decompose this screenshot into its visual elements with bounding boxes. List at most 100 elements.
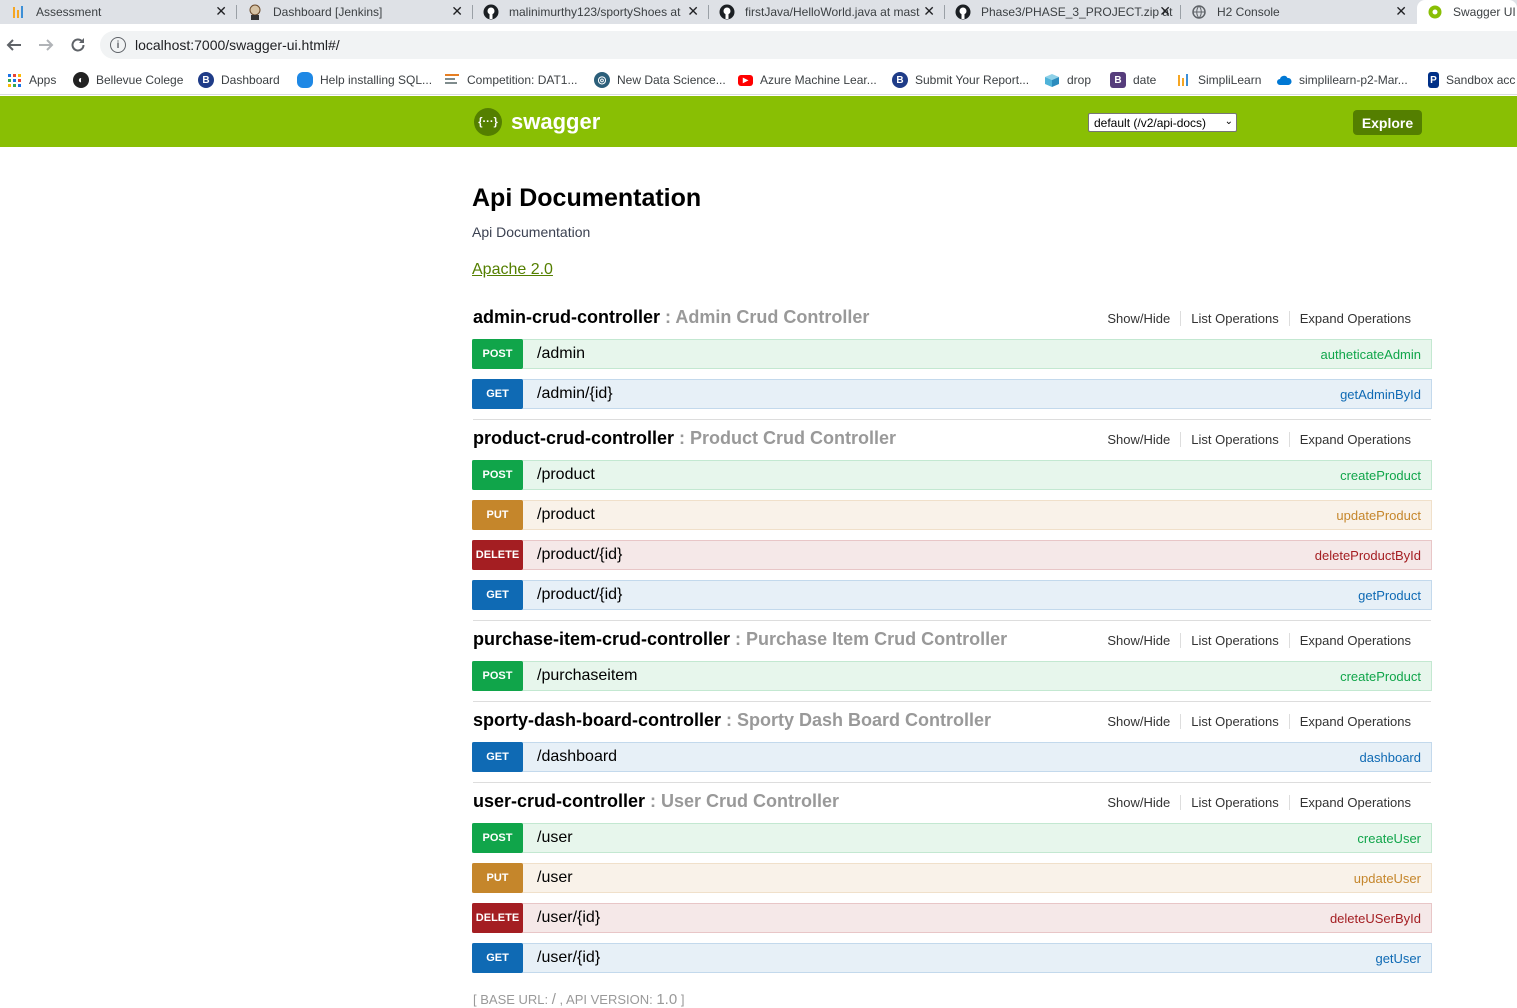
bookmark-bellevue[interactable]: ◐ Bellevue Colege [73,69,183,91]
close-icon[interactable]: ✕ [923,3,935,20]
operation-row[interactable]: DELETE /product/{id} deleteProductById [472,540,1432,570]
show-hide-link[interactable]: Show/Hide [1097,633,1180,648]
browser-tab[interactable]: Phase3/PHASE_3_PROJECT.zip at ✕ [945,0,1181,24]
expand-operations-link[interactable]: Expand Operations [1288,795,1421,810]
bookmark-label: Apps [29,73,57,87]
operation-nickname[interactable]: createUser [1357,831,1421,846]
operation-nickname[interactable]: dashboard [1360,750,1421,765]
close-icon[interactable]: ✕ [1159,3,1171,20]
bookmark-simplilearn-p2[interactable]: simplilearn-p2-Mar... [1276,69,1408,91]
operation-path[interactable]: /product [537,466,1340,484]
expand-operations-link[interactable]: Expand Operations [1288,633,1421,648]
operation-row[interactable]: POST /user createUser [472,823,1432,853]
show-hide-link[interactable]: Show/Hide [1097,432,1180,447]
method-badge: GET [472,742,523,772]
reload-icon[interactable] [66,33,90,57]
forward-arrow-icon[interactable] [34,33,58,57]
operation-nickname[interactable]: deleteProductById [1315,548,1421,563]
bookmark-date[interactable]: B date [1110,69,1156,91]
operation-row[interactable]: GET /user/{id} getUser [472,943,1432,973]
show-hide-link[interactable]: Show/Hide [1097,795,1180,810]
operation-nickname[interactable]: deleteUSerById [1330,911,1421,926]
expand-operations-link[interactable]: Expand Operations [1288,432,1421,447]
globe-icon [1191,4,1207,20]
swagger-logo[interactable]: {···} swagger [474,108,600,136]
operation-row[interactable]: PUT /product updateProduct [472,500,1432,530]
show-hide-link[interactable]: Show/Hide [1097,714,1180,729]
operation-row[interactable]: GET /dashboard dashboard [472,742,1432,772]
operation-path[interactable]: /product/{id} [537,546,1315,564]
operation-nickname[interactable]: getProduct [1358,588,1421,603]
operation-path[interactable]: /user [537,829,1357,847]
operation-nickname[interactable]: getAdminById [1340,387,1421,402]
operation-path[interactable]: /user [537,869,1354,887]
spec-select[interactable]: default (/v2/api-docs) ⌄ [1088,113,1237,132]
operation-path[interactable]: /purchaseitem [537,667,1340,685]
operation-path[interactable]: /admin/{id} [537,385,1340,403]
close-icon[interactable]: ✕ [1395,3,1407,20]
simplilearn-icon [10,4,26,20]
operation-row[interactable]: GET /product/{id} getProduct [472,580,1432,610]
browser-tab-active[interactable]: Swagger UI [1417,0,1517,24]
operation-row[interactable]: POST /product createProduct [472,460,1432,490]
close-icon[interactable]: ✕ [215,3,227,20]
list-operations-link[interactable]: List Operations [1180,633,1288,648]
show-hide-link[interactable]: Show/Hide [1097,311,1180,326]
operation-row[interactable]: GET /admin/{id} getAdminById [472,379,1432,409]
close-icon[interactable]: ✕ [687,3,699,20]
info-icon[interactable]: i [110,37,126,53]
list-operations-link[interactable]: List Operations [1180,714,1288,729]
operation-path[interactable]: /user/{id} [537,909,1330,927]
expand-operations-link[interactable]: Expand Operations [1288,714,1421,729]
bookmark-azure[interactable]: ▸ Azure Machine Lear... [738,69,877,91]
operation-path[interactable]: /product [537,506,1336,524]
bookmark-label: Sandbox acc [1446,73,1516,87]
browser-tab[interactable]: Assessment ✕ [0,0,237,24]
operation-row[interactable]: POST /admin autheticateAdmin [472,339,1432,369]
bookmark-simplilearn[interactable]: SimpliLearn [1175,69,1261,91]
operation-nickname[interactable]: createProduct [1340,669,1421,684]
controller-name[interactable]: product-crud-controller [473,428,674,448]
operation-path[interactable]: /product/{id} [537,586,1358,604]
operation-path[interactable]: /user/{id} [537,949,1375,967]
expand-operations-link[interactable]: Expand Operations [1288,311,1421,326]
controller-name[interactable]: sporty-dash-board-controller [473,710,721,730]
explore-button[interactable]: Explore [1353,110,1422,135]
controller-name[interactable]: user-crud-controller [473,791,645,811]
bookmark-data-science[interactable]: ◎ New Data Science... [594,69,726,91]
bookmark-sandbox[interactable]: P Sandbox acc [1428,69,1515,91]
operation-path[interactable]: /dashboard [537,748,1360,766]
bookmark-competition[interactable]: Competition: DAT1... [444,69,577,91]
youtube-icon: ▸ [738,74,753,86]
browser-tab[interactable]: firstJava/HelloWorld.java at mast ✕ [709,0,945,24]
license-link[interactable]: Apache 2.0 [472,261,553,279]
controller-description: : Product Crud Controller [674,428,896,448]
bookmark-dashboard[interactable]: B Dashboard [198,69,280,91]
operation-row[interactable]: POST /purchaseitem createProduct [472,661,1432,691]
operation-row[interactable]: PUT /user updateUser [472,863,1432,893]
close-icon[interactable]: ✕ [451,3,463,20]
browser-tab[interactable]: malinimurthy123/sportyShoes at ✕ [473,0,709,24]
controller-name[interactable]: purchase-item-crud-controller [473,629,730,649]
operation-nickname[interactable]: autheticateAdmin [1321,347,1421,362]
browser-tab[interactable]: Dashboard [Jenkins] ✕ [237,0,473,24]
browser-tab[interactable]: H2 Console ✕ [1181,0,1417,24]
api-description: Api Documentation [472,224,591,240]
address-bar[interactable]: i localhost:7000/swagger-ui.html#/ [100,31,1517,59]
operation-row[interactable]: DELETE /user/{id} deleteUSerById [472,903,1432,933]
operation-nickname[interactable]: getUser [1375,951,1421,966]
bookmark-apps[interactable]: Apps [6,69,56,91]
list-operations-link[interactable]: List Operations [1180,311,1288,326]
bookmark-submit-report[interactable]: B Submit Your Report... [892,69,1029,91]
list-operations-link[interactable]: List Operations [1180,432,1288,447]
list-operations-link[interactable]: List Operations [1180,795,1288,810]
operation-nickname[interactable]: updateUser [1354,871,1421,886]
bootstrap-icon: B [1110,72,1126,88]
operation-nickname[interactable]: updateProduct [1336,508,1421,523]
operation-nickname[interactable]: createProduct [1340,468,1421,483]
bookmark-help-sql[interactable]: Help installing SQL... [297,69,432,91]
bookmark-drop[interactable]: drop [1044,69,1091,91]
operation-path[interactable]: /admin [537,345,1321,363]
controller-name[interactable]: admin-crud-controller [473,307,660,327]
back-arrow-icon[interactable] [2,33,26,57]
